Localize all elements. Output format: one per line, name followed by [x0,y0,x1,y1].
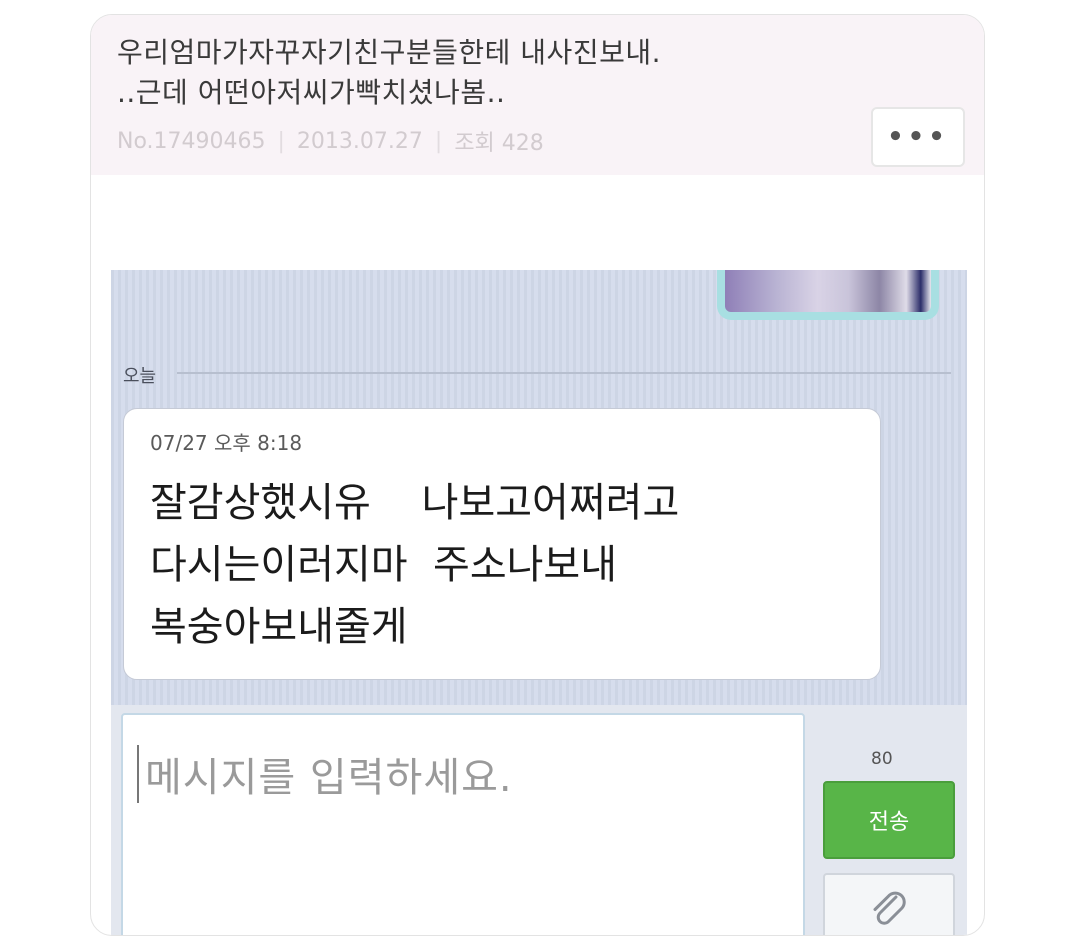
day-divider-label: 오늘 [123,366,157,387]
post-meta: No.17490465 | 2013.07.27 | 조회 428 [117,125,544,157]
message-input[interactable]: 메시지를 입력하세요. [121,713,805,935]
meta-divider: | [434,128,443,154]
composer: 메시지를 입력하세요. 80 전송 [111,705,967,935]
post-title-line1: 우리엄마가자꾸자기친구분들한테 내사진보내. [117,36,662,69]
message-text-line: 다시는이러지마 주소나보내 [150,542,618,588]
more-icon: ••• [887,122,949,152]
message-time: 07/27 오후 8:18 [150,431,303,455]
more-button[interactable]: ••• [871,107,965,167]
post-title: 우리엄마가자꾸자기친구분들한테 내사진보내. ..근데 어떤아저씨가빡치셨나봄.… [117,33,877,113]
char-count: 80 [871,749,893,769]
message-bubble[interactable]: 07/27 오후 8:18 잘감상했시유 나보고어쩌려고 다시는이러지마 주소나… [123,408,881,680]
send-button[interactable]: 전송 [823,781,955,859]
post-number: No.17490465 [117,128,266,154]
spacer-band [91,175,984,270]
chat-area[interactable]: 오늘 07/27 오후 8:18 잘감상했시유 나보고어쩌려고 다시는이러지마 … [111,270,967,710]
image-thumbnail[interactable] [725,270,931,312]
post-title-line2: ..근데 어떤아저씨가빡치셨나봄.. [117,76,506,109]
image-message-bubble[interactable] [717,270,939,320]
message-text-line: 잘감상했시유 나보고어쩌려고 [150,480,680,526]
day-divider-line [177,372,951,374]
paperclip-icon [873,891,906,925]
attach-button[interactable] [823,873,955,935]
post-date: 2013.07.27 [296,128,423,154]
meta-divider: | [277,128,285,154]
text-caret [137,745,139,803]
post-card: 우리엄마가자꾸자기친구분들한테 내사진보내. ..근데 어떤아저씨가빡치셨나봄.… [90,14,985,936]
message-text-line: 복숭아보내줄게 [150,604,408,650]
post-header: 우리엄마가자꾸자기친구분들한테 내사진보내. ..근데 어떤아저씨가빡치셨나봄.… [91,15,984,175]
post-views: 조회 428 [454,131,544,156]
message-input-placeholder: 메시지를 입력하세요. [145,755,513,801]
